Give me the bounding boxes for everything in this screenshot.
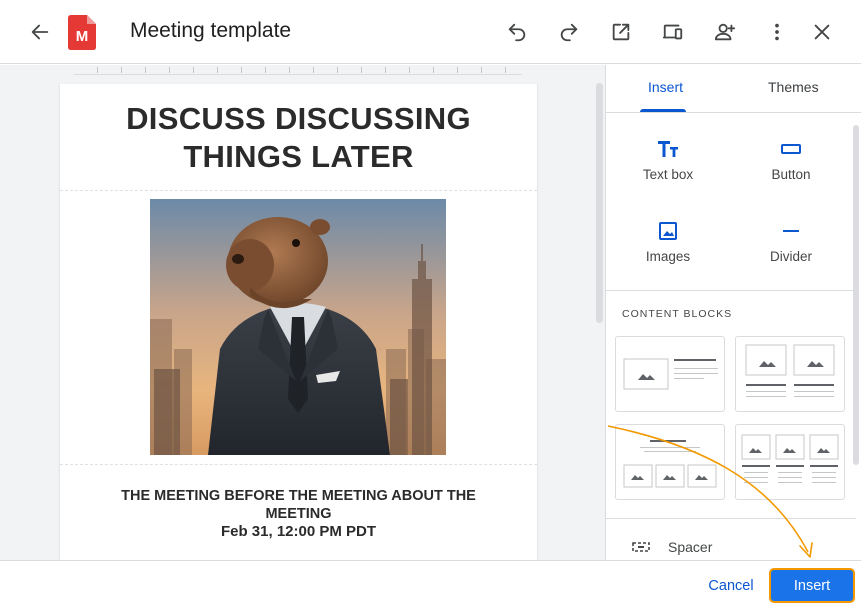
more-options-button[interactable]	[759, 14, 795, 50]
content-block-image-text[interactable]	[615, 336, 725, 412]
insert-panel: Insert Themes Text box Button Images Div…	[605, 65, 861, 560]
more-vert-icon	[775, 23, 779, 41]
content-blocks-heading: CONTENT BLOCKS	[622, 308, 733, 320]
panel-divider	[606, 518, 856, 519]
redo-icon	[560, 23, 578, 42]
block-separator	[60, 190, 537, 191]
tab-divider	[606, 112, 861, 113]
open-in-new-icon	[612, 23, 630, 41]
image-icon	[659, 222, 677, 240]
meeting-subtitle[interactable]: THE MEETING BEFORE THE MEETING ABOUT THE…	[80, 487, 517, 523]
content-block-two-images[interactable]	[735, 336, 845, 412]
meeting-date-time[interactable]: Feb 31, 12:00 PM PDT	[80, 523, 517, 540]
ruler	[74, 65, 522, 75]
images-label: Images	[645, 249, 691, 264]
arrow-back-icon	[31, 24, 49, 40]
add-person-icon	[714, 23, 736, 41]
content-block-text-three-images[interactable]	[615, 424, 725, 500]
email-title-line-1: DISCUSS DISCUSSING	[126, 101, 471, 136]
hero-image[interactable]	[150, 199, 446, 455]
spacer-tool[interactable]: Spacer	[632, 537, 712, 557]
dialog-footer: Cancel Insert	[0, 560, 861, 607]
canvas-scrollbar[interactable]	[596, 83, 603, 323]
button-outline-icon	[781, 144, 801, 154]
capybara-in-suit-photo	[150, 199, 446, 455]
back-button[interactable]	[22, 14, 58, 50]
open-in-new-button[interactable]	[603, 14, 639, 50]
redo-button[interactable]	[551, 14, 587, 50]
meeting-subtitle-line-2: MEETING	[265, 506, 332, 522]
undo-icon	[508, 23, 526, 42]
share-button[interactable]	[707, 14, 743, 50]
preview-devices-button[interactable]	[655, 14, 691, 50]
text-box-label: Text box	[642, 167, 694, 182]
divider-tool[interactable]: Divider	[741, 217, 841, 277]
tab-themes[interactable]: Themes	[768, 79, 819, 95]
text-fields-icon	[658, 141, 678, 157]
email-title[interactable]: DISCUSS DISCUSSING THINGS LATER	[60, 100, 537, 176]
spacer-label: Spacer	[668, 539, 713, 555]
logo-letter: M	[76, 28, 89, 45]
divider-label: Divider	[769, 249, 812, 264]
images-tool[interactable]: Images	[618, 217, 718, 277]
content-block-three-images[interactable]	[735, 424, 845, 500]
editor-canvas: DISCUSS DISCUSSING THINGS LATER THE MEET…	[0, 65, 605, 560]
undo-button[interactable]	[499, 14, 535, 50]
tab-insert[interactable]: Insert	[648, 79, 683, 95]
devices-icon	[662, 24, 683, 40]
text-box-tool[interactable]: Text box	[618, 135, 718, 195]
cancel-button[interactable]: Cancel	[695, 571, 767, 601]
close-button[interactable]	[804, 14, 840, 50]
button-label: Button	[771, 167, 811, 182]
panel-scrollbar[interactable]	[853, 125, 859, 465]
top-bar: M Meeting template	[0, 0, 861, 64]
close-icon	[814, 24, 830, 40]
horizontal-rule-icon	[783, 230, 799, 232]
panel-divider	[606, 290, 856, 291]
document-title[interactable]: Meeting template	[130, 19, 291, 43]
email-title-line-2: THINGS LATER	[183, 139, 414, 174]
insert-button[interactable]: Insert	[769, 568, 855, 603]
meeting-subtitle-line-1: THE MEETING BEFORE THE MEETING ABOUT THE	[121, 488, 476, 504]
email-page: DISCUSS DISCUSSING THINGS LATER THE MEET…	[60, 84, 537, 560]
button-tool[interactable]: Button	[741, 135, 841, 195]
block-separator	[60, 464, 537, 465]
spacer-icon	[632, 542, 650, 552]
app-logo: M	[68, 15, 96, 50]
